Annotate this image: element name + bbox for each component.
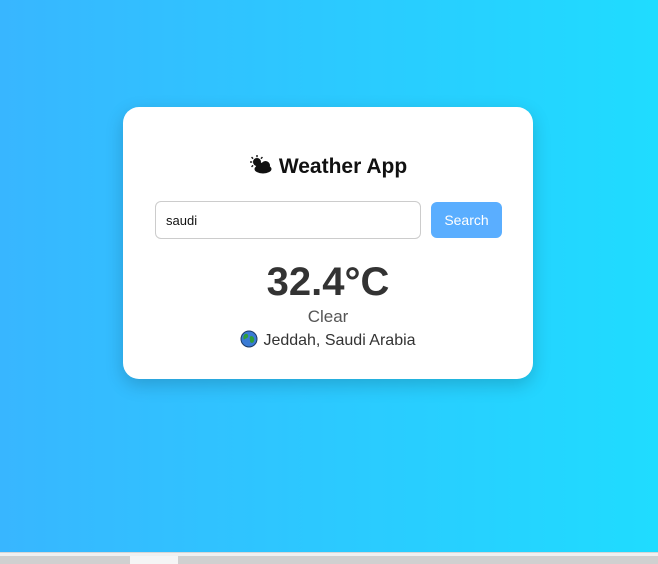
location-name: Jeddah, Saudi Arabia (263, 332, 416, 349)
search-button[interactable]: Search (431, 202, 502, 238)
page-background: Weather App Search 32.4°C Clear Jeddah, … (0, 0, 658, 552)
weather-condition: Clear (307, 307, 349, 326)
scrollbar-track-right[interactable] (178, 556, 658, 564)
scrollbar-track-left[interactable] (0, 556, 130, 564)
temperature-value: 32.4°C (266, 260, 390, 304)
search-input[interactable] (155, 201, 421, 239)
app-title-row: Weather App (123, 154, 533, 182)
scrollbar-thumb[interactable] (130, 556, 178, 564)
horizontal-scrollbar[interactable] (0, 552, 658, 564)
location-row: Jeddah, Saudi Arabia (123, 330, 533, 351)
weather-card: Weather App Search 32.4°C Clear Jeddah, … (123, 107, 533, 379)
globe-icon (240, 330, 258, 348)
app-title: Weather App (278, 155, 408, 178)
sun-behind-cloud-icon (249, 155, 273, 182)
